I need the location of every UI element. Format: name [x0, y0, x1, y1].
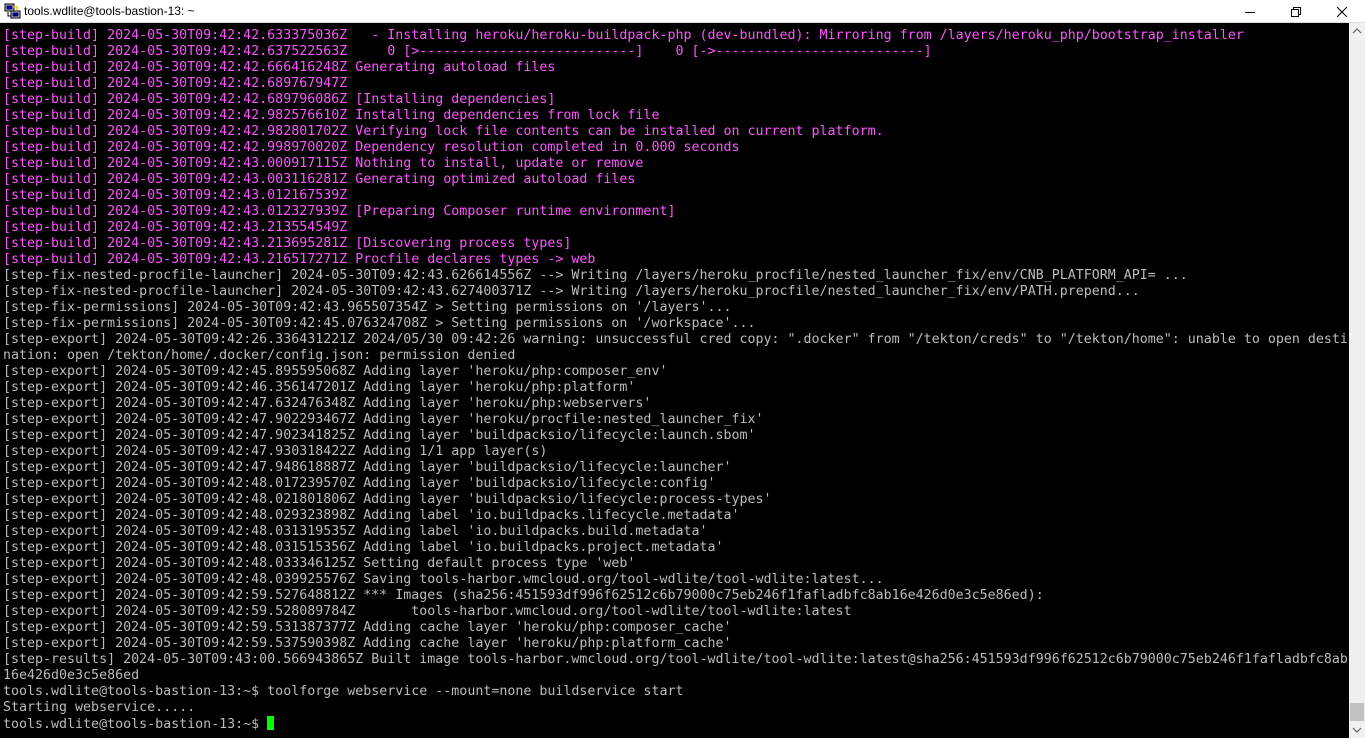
terminal-line: [step-export] 2024-05-30T09:42:48.017239…: [3, 476, 716, 491]
terminal-line: [step-build] 2024-05-30T09:42:43.0031162…: [3, 172, 636, 187]
terminal-line: [step-export] 2024-05-30T09:42:59.528089…: [3, 604, 852, 619]
title-bar[interactable]: tools.wdlite@tools-bastion-13: ~: [0, 0, 1365, 23]
putty-icon[interactable]: [4, 3, 21, 20]
terminal-line: [step-export] 2024-05-30T09:42:59.537590…: [3, 636, 732, 651]
terminal-line: [step-export] 2024-05-30T09:42:46.356147…: [3, 380, 636, 395]
terminal-line: [step-export] 2024-05-30T09:42:47.902293…: [3, 412, 764, 427]
terminal-line: [step-export] 2024-05-30T09:42:59.531387…: [3, 620, 732, 635]
maximize-button[interactable]: [1273, 0, 1319, 23]
terminal-line: [step-export] 2024-05-30T09:42:47.632476…: [3, 396, 652, 411]
terminal-line: [step-fix-permissions] 2024-05-30T09:42:…: [3, 300, 732, 315]
terminal-line: [step-build] 2024-05-30T09:42:43.0009171…: [3, 156, 644, 171]
terminal-line: [step-build] 2024-05-30T09:42:42.6664162…: [3, 60, 556, 75]
terminal-line: [step-build] 2024-05-30T09:42:42.6333750…: [3, 28, 1244, 43]
terminal-line: [step-export] 2024-05-30T09:42:48.039925…: [3, 572, 884, 587]
terminal-line: nation: open /tekton/home/.docker/config…: [3, 348, 516, 363]
terminal-line: [step-export] 2024-05-30T09:42:48.029323…: [3, 508, 740, 523]
terminal-line: [step-export] 2024-05-30T09:42:45.895595…: [3, 364, 668, 379]
terminal-line: [step-export] 2024-05-30T09:42:48.031515…: [3, 540, 724, 555]
minimize-icon: [1245, 11, 1255, 13]
scroll-thumb[interactable]: [1350, 703, 1364, 721]
terminal-line: [step-export] 2024-05-30T09:42:48.031319…: [3, 524, 708, 539]
terminal-line: [step-export] 2024-05-30T09:42:47.930318…: [3, 444, 548, 459]
shell-prompt: tools.wdlite@tools-bastion-13:~$: [3, 717, 268, 732]
terminal-line: [step-build] 2024-05-30T09:42:43.0123279…: [3, 204, 676, 219]
terminal-line: [step-fix-permissions] 2024-05-30T09:42:…: [3, 316, 756, 331]
terminal-line: [step-fix-nested-procfile-launcher] 2024…: [3, 268, 1188, 283]
terminal-line: [step-build] 2024-05-30T09:42:42.9825766…: [3, 108, 660, 123]
terminal-line: [step-build] 2024-05-30T09:42:43.2136952…: [3, 236, 572, 251]
arrow-up-icon: [1352, 28, 1362, 34]
terminal-line: [step-build] 2024-05-30T09:42:42.6897679…: [3, 76, 348, 91]
scroll-down-button[interactable]: [1349, 721, 1365, 738]
terminal-line: [step-export] 2024-05-30T09:42:26.336431…: [3, 332, 1348, 347]
minimize-button[interactable]: [1227, 0, 1273, 23]
arrow-down-icon: [1352, 727, 1362, 733]
text-cursor: [267, 716, 275, 730]
terminal-line: Starting webservice.....: [3, 700, 196, 715]
terminal-line: tools.wdlite@tools-bastion-13:~$ toolfor…: [3, 684, 684, 699]
terminal-line: [step-export] 2024-05-30T09:42:59.527648…: [3, 588, 1044, 603]
terminal-window: tools.wdlite@tools-bastion-13: ~ [step-b…: [0, 0, 1365, 738]
prompt-line[interactable]: tools.wdlite@tools-bastion-13:~$: [3, 716, 1349, 732]
terminal-line: [step-export] 2024-05-30T09:42:47.948618…: [3, 460, 732, 475]
window-title: tools.wdlite@tools-bastion-13: ~: [24, 4, 195, 18]
terminal-line: [step-export] 2024-05-30T09:42:48.021801…: [3, 492, 772, 507]
terminal-line: [step-build] 2024-05-30T09:42:43.2165172…: [3, 252, 596, 267]
close-icon: [1337, 6, 1347, 17]
terminal-line: [step-build] 2024-05-30T09:42:42.6375225…: [3, 44, 932, 59]
terminal-output[interactable]: [step-build] 2024-05-30T09:42:42.6333750…: [0, 23, 1349, 738]
terminal-line: [step-export] 2024-05-30T09:42:47.902341…: [3, 428, 756, 443]
maximize-icon: [1291, 6, 1301, 17]
vertical-scrollbar[interactable]: [1349, 23, 1365, 738]
terminal-line: [step-build] 2024-05-30T09:42:42.9989700…: [3, 140, 740, 155]
terminal-line: [step-build] 2024-05-30T09:42:43.2135545…: [3, 220, 348, 235]
terminal-line: [step-build] 2024-05-30T09:42:42.6897960…: [3, 92, 556, 107]
terminal-line: [step-build] 2024-05-30T09:42:42.9828017…: [3, 124, 884, 139]
terminal-line: [step-build] 2024-05-30T09:42:43.0121675…: [3, 188, 348, 203]
terminal-line: [step-fix-nested-procfile-launcher] 2024…: [3, 284, 1140, 299]
terminal-lines: [step-build] 2024-05-30T09:42:42.6333750…: [3, 28, 1349, 732]
terminal-line: [step-export] 2024-05-30T09:42:48.033346…: [3, 556, 636, 571]
scroll-up-button[interactable]: [1349, 23, 1365, 40]
terminal-line: [step-results] 2024-05-30T09:43:00.56694…: [3, 652, 1348, 667]
terminal-line: 16e426d0e3c5e86ed: [3, 668, 140, 683]
close-button[interactable]: [1319, 0, 1365, 23]
